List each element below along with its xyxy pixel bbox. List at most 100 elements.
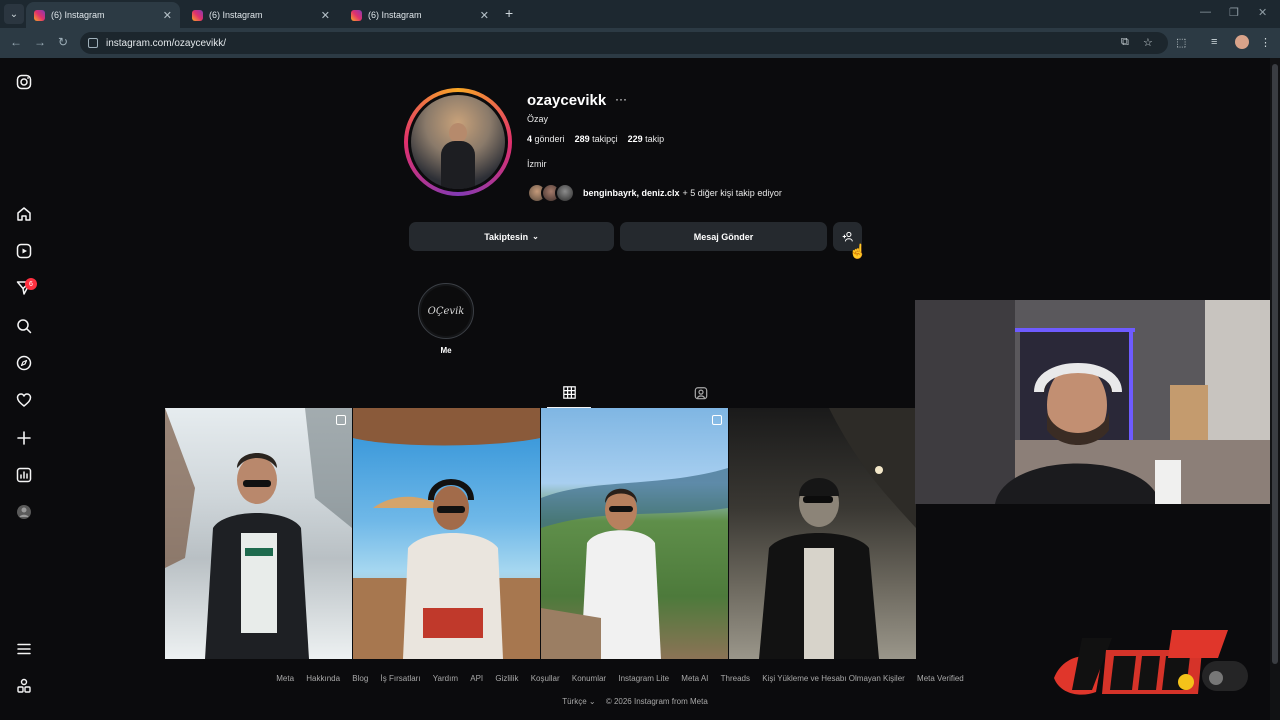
create-plus-icon[interactable] bbox=[16, 430, 32, 446]
post-thumbnail-2[interactable] bbox=[353, 408, 540, 659]
instagram-logo-icon[interactable] bbox=[16, 74, 32, 90]
messages-badge: 6 bbox=[25, 278, 37, 290]
mutual-follower-names: benginbayrk, deniz.clx bbox=[583, 188, 680, 198]
install-app-icon[interactable]: ⧉ bbox=[1121, 36, 1129, 49]
search-icon[interactable] bbox=[16, 318, 32, 334]
footer-link[interactable]: Meta Verified bbox=[917, 674, 964, 683]
profile-full-name: Özay bbox=[527, 114, 549, 124]
minimize-icon[interactable]: — bbox=[1200, 6, 1211, 18]
send-message-label: Mesaj Gönder bbox=[693, 231, 754, 242]
post-thumbnail-1[interactable] bbox=[165, 408, 352, 659]
footer-link[interactable]: Hakkında bbox=[306, 674, 340, 683]
reload-icon[interactable]: ↻ bbox=[58, 35, 68, 49]
menu-icon[interactable] bbox=[16, 641, 32, 657]
tab-close-icon[interactable]: ✕ bbox=[321, 9, 330, 22]
footer-link[interactable]: Instagram Lite bbox=[618, 674, 669, 683]
dashboard-icon[interactable] bbox=[16, 467, 32, 483]
multiple-photos-icon bbox=[336, 415, 346, 425]
highlight-label: Me bbox=[440, 346, 452, 355]
footer-link[interactable]: Yardım bbox=[433, 674, 458, 683]
following-button[interactable]: Takiptesin ⌄ bbox=[409, 222, 614, 251]
following-button-label: Takiptesin bbox=[484, 231, 529, 242]
streamer-logo-watermark bbox=[1052, 628, 1248, 700]
instagram-favicon-icon bbox=[351, 9, 362, 21]
profile-picture-frame bbox=[408, 92, 508, 192]
instagram-favicon-icon bbox=[34, 9, 45, 21]
site-info-icon[interactable] bbox=[88, 38, 98, 48]
browser-tab-bar: ⌄ (6) Instagram ✕ (6) Instagram ✕ (6) In… bbox=[0, 0, 1280, 28]
notifications-heart-icon[interactable] bbox=[16, 392, 32, 408]
mutual-follower-avatar bbox=[555, 183, 575, 203]
profile-avatar-icon[interactable] bbox=[16, 504, 32, 520]
footer-link[interactable]: Threads bbox=[721, 674, 750, 683]
post-photo-night bbox=[759, 408, 916, 659]
reels-icon[interactable] bbox=[16, 243, 32, 259]
footer-link[interactable]: Konumlar bbox=[572, 674, 606, 683]
browser-tab-2[interactable]: (6) Instagram ✕ bbox=[184, 2, 338, 28]
footer-link[interactable]: Blog bbox=[352, 674, 368, 683]
footer-link[interactable]: Meta bbox=[276, 674, 294, 683]
tagged-icon bbox=[694, 387, 708, 400]
browser-profile-avatar[interactable] bbox=[1235, 35, 1249, 49]
footer-link[interactable]: Meta AI bbox=[681, 674, 708, 683]
browser-tab-3[interactable]: (6) Instagram ✕ bbox=[343, 2, 497, 28]
tab-close-icon[interactable]: ✕ bbox=[480, 9, 489, 22]
window-close-icon[interactable]: ✕ bbox=[1258, 6, 1267, 19]
instagram-favicon-icon bbox=[192, 9, 203, 21]
highlight-cover: OÇevik bbox=[421, 286, 471, 336]
post-photo-beach bbox=[353, 408, 540, 659]
home-icon[interactable] bbox=[16, 206, 32, 222]
post-thumbnail-4[interactable] bbox=[729, 408, 916, 659]
address-bar[interactable]: instagram.com/ozaycevikk/ bbox=[80, 32, 1168, 54]
mutual-follower-rest: + 5 diğer kişi takip ediyor bbox=[682, 188, 782, 198]
add-person-icon bbox=[842, 231, 853, 242]
bookmark-star-icon[interactable]: ☆ bbox=[1143, 36, 1153, 49]
maximize-icon[interactable]: ❐ bbox=[1229, 6, 1239, 19]
more-options-icon[interactable]: ··· bbox=[615, 92, 627, 106]
footer-link[interactable]: API bbox=[470, 674, 483, 683]
browser-tab-1[interactable]: (6) Instagram ✕ bbox=[26, 2, 180, 28]
extensions-icon[interactable]: ⬚ bbox=[1176, 36, 1186, 49]
url-text: instagram.com/ozaycevikk/ bbox=[106, 37, 227, 49]
profile-bio: İzmir bbox=[527, 159, 547, 169]
footer-link[interactable]: Kişi Yükleme ve Hesabı Olmayan Kişiler bbox=[762, 674, 905, 683]
footer-link[interactable]: İş Fırsatları bbox=[381, 674, 421, 683]
followers-stat[interactable]: 289 takipçi bbox=[575, 134, 618, 144]
tab-posts-grid[interactable] bbox=[547, 378, 591, 408]
profile-stats: 4 gönderi 289 takipçi 229 takip bbox=[527, 134, 664, 144]
new-tab-icon[interactable]: + bbox=[505, 5, 513, 21]
webcam-feed bbox=[915, 300, 1280, 504]
media-controls-icon[interactable]: ≡ bbox=[1211, 36, 1217, 48]
send-message-button[interactable]: Mesaj Gönder bbox=[620, 222, 827, 251]
chevron-down-icon: ⌄ bbox=[532, 232, 539, 241]
post-thumbnail-3[interactable] bbox=[541, 408, 728, 659]
followed-by-row[interactable]: benginbayrk, deniz.clx + 5 diğer kişi ta… bbox=[527, 182, 782, 204]
explore-icon[interactable] bbox=[16, 355, 32, 371]
logo-graphic bbox=[1054, 630, 1248, 695]
language-selector[interactable]: Türkçe ⌄ bbox=[562, 697, 595, 706]
story-highlight[interactable]: OÇevik bbox=[418, 283, 474, 339]
browser-menu-icon[interactable]: ⋮ bbox=[1260, 36, 1271, 49]
post-photo-coast bbox=[541, 468, 728, 659]
instagram-sidebar: 6 bbox=[0, 58, 48, 720]
browser-navigation-bar: ← → ↻ instagram.com/ozaycevikk/ ⧉ ☆ ⬚ ≡ … bbox=[0, 28, 1280, 58]
profile-username: ozaycevikk bbox=[527, 92, 607, 109]
tab-close-icon[interactable]: ✕ bbox=[163, 9, 172, 22]
webcam-overlay bbox=[915, 300, 1280, 504]
tab-tagged[interactable] bbox=[686, 378, 716, 408]
back-icon[interactable]: ← bbox=[10, 35, 22, 49]
copyright-text: © 2026 Instagram from Meta bbox=[605, 697, 708, 706]
profile-picture[interactable] bbox=[404, 88, 512, 196]
mouse-pointer-icon: ☝ bbox=[849, 243, 867, 259]
footer-link[interactable]: Koşullar bbox=[531, 674, 560, 683]
following-stat[interactable]: 229 takip bbox=[628, 134, 665, 144]
multiple-photos-icon bbox=[712, 415, 722, 425]
grid-icon bbox=[562, 386, 576, 399]
footer-link[interactable]: Gizlilik bbox=[495, 674, 518, 683]
forward-icon[interactable]: → bbox=[34, 35, 46, 49]
tab-title: (6) Instagram bbox=[209, 10, 263, 20]
tab-search-chevron-icon[interactable]: ⌄ bbox=[4, 4, 24, 24]
tab-title: (6) Instagram bbox=[368, 10, 422, 20]
posts-stat: 4 gönderi bbox=[527, 134, 565, 144]
page-scrollbar-thumb[interactable] bbox=[1272, 64, 1278, 664]
